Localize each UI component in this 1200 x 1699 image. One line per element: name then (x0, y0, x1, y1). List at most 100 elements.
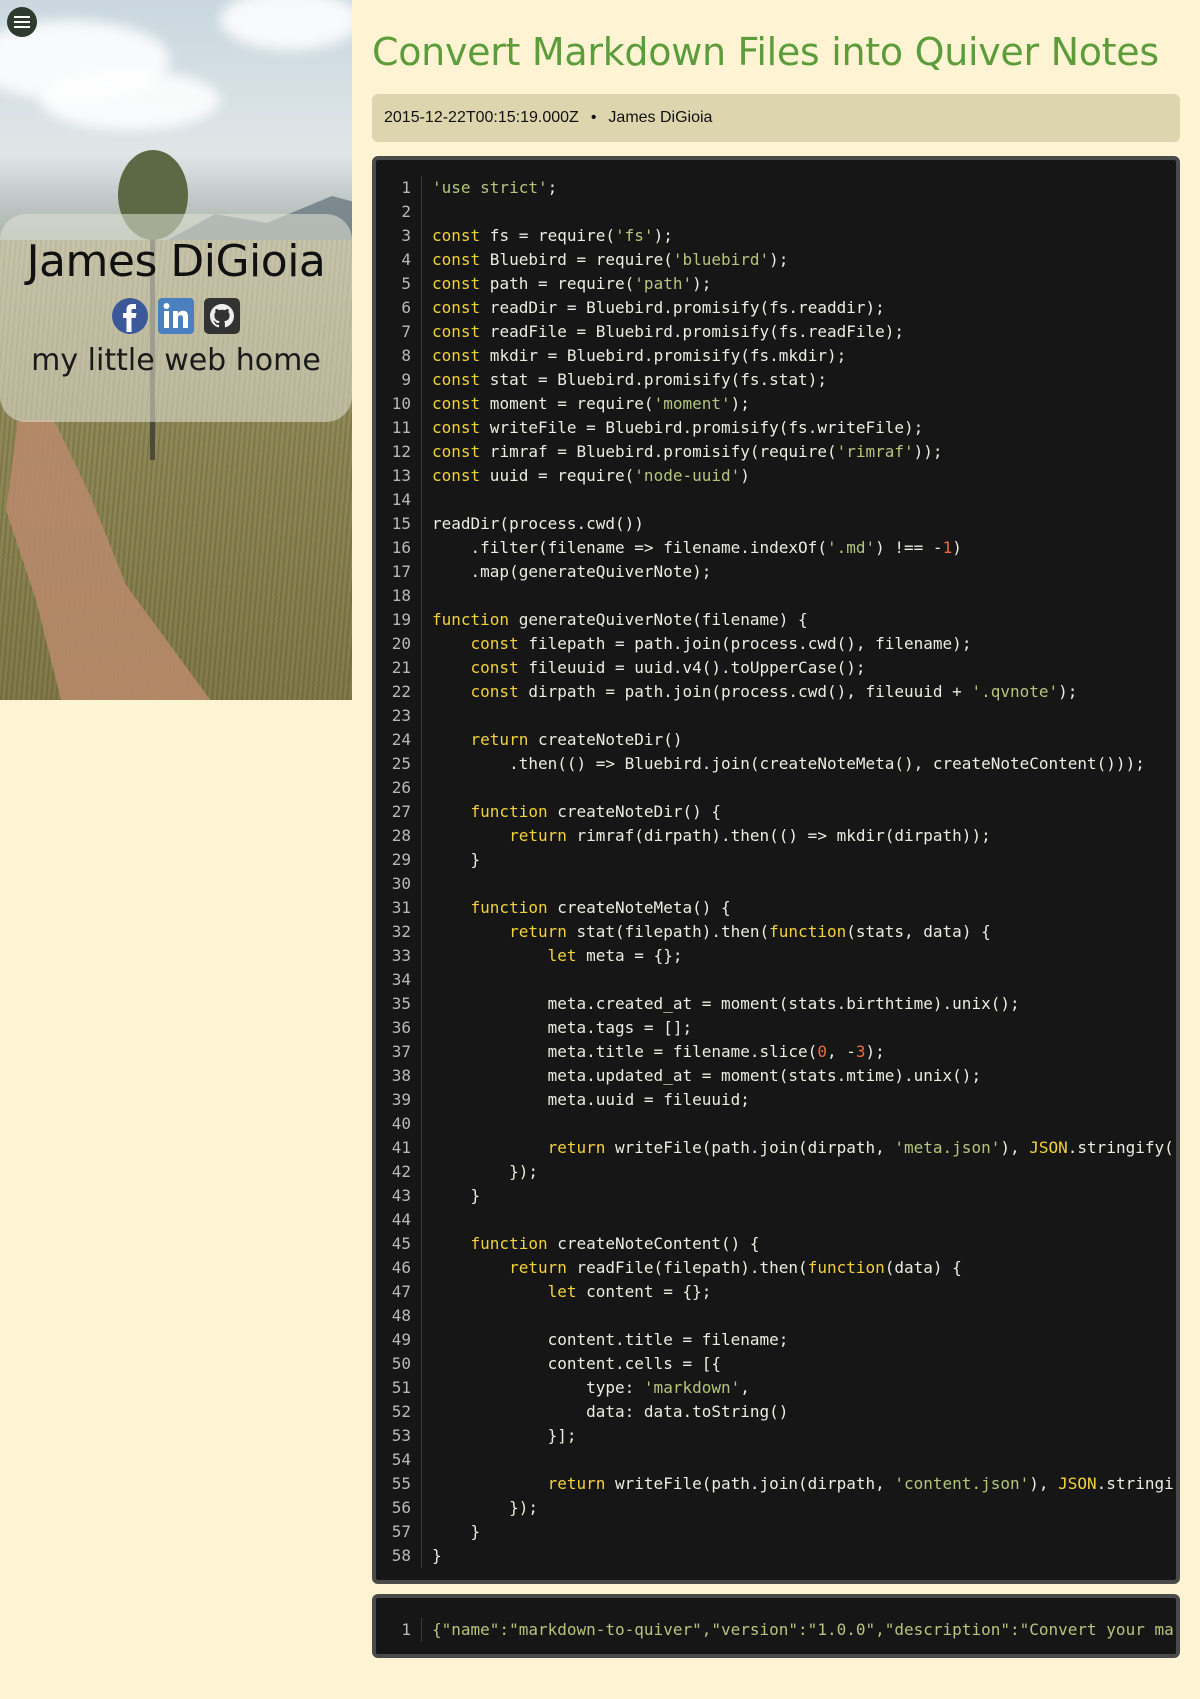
code-line: 24 return createNoteDir() (376, 728, 1176, 752)
code-line: 54 (376, 1448, 1176, 1472)
line-number: 28 (376, 824, 422, 848)
code-line: 42 }); (376, 1160, 1176, 1184)
line-number: 6 (376, 296, 422, 320)
code-line: 20 const filepath = path.join(process.cw… (376, 632, 1176, 656)
facebook-icon[interactable] (111, 297, 149, 335)
code-line: 13 const uuid = require('node-uuid') (376, 464, 1176, 488)
code-text: } (432, 1186, 481, 1205)
code-line: 53 }]; (376, 1424, 1176, 1448)
code-text: meta.tags = []; (432, 1018, 693, 1037)
code-line: 28 return rimraf(dirpath).then(() => mkd… (376, 824, 1176, 848)
linkedin-icon[interactable] (157, 297, 195, 335)
code-line: 39 meta.uuid = fileuuid; (376, 1088, 1176, 1112)
code-line: 47 let content = {}; (376, 1280, 1176, 1304)
line-number: 8 (376, 344, 422, 368)
code-text: const filepath = path.join(process.cwd()… (470, 634, 972, 653)
line-number: 46 (376, 1256, 422, 1280)
code-line: 27 function createNoteDir() { (376, 800, 1176, 824)
code-line: 4 const Bluebird = require('bluebird'); (376, 248, 1176, 272)
code-text: }); (432, 1498, 538, 1517)
code-text: const uuid = require('node-uuid') (432, 466, 750, 485)
line-number: 22 (376, 680, 422, 704)
github-icon[interactable] (203, 297, 241, 335)
code-text: const mkdir = Bluebird.promisify(fs.mkdi… (432, 346, 847, 365)
social-links (0, 297, 352, 335)
sidebar: James DiGioia my little web home (0, 0, 352, 700)
profile-card: James DiGioia my little web home (0, 214, 352, 422)
code-text: return writeFile(path.join(dirpath, 'con… (547, 1474, 1174, 1493)
code-text: readDir(process.cwd()) (432, 514, 644, 533)
line-number: 41 (376, 1136, 422, 1160)
line-number: 18 (376, 584, 422, 608)
line-number: 14 (376, 488, 422, 512)
code-text: content.title = filename; (432, 1330, 789, 1349)
code-text: return readFile(filepath).then(function(… (509, 1258, 962, 1277)
code-line: 5 const path = require('path'); (376, 272, 1176, 296)
line-number: 17 (376, 560, 422, 584)
code-lines: 1 'use strict'; 2 3 const fs = require('fs')… (376, 160, 1176, 1580)
code-text: let content = {}; (547, 1282, 712, 1301)
code-line: 11 const writeFile = Bluebird.promisify(f… (376, 416, 1176, 440)
line-number: 37 (376, 1040, 422, 1064)
line-number: 52 (376, 1400, 422, 1424)
code-line: 40 (376, 1112, 1176, 1136)
line-number: 33 (376, 944, 422, 968)
code-line: 35 meta.created_at = moment(stats.birtht… (376, 992, 1176, 1016)
code-text: } (432, 1546, 442, 1565)
code-text: } (432, 1522, 481, 1541)
line-number: 27 (376, 800, 422, 824)
line-number: 54 (376, 1448, 422, 1472)
code-line: 26 (376, 776, 1176, 800)
code-line: 46 return readFile(filepath).then(functi… (376, 1256, 1176, 1280)
code-line: 56 }); (376, 1496, 1176, 1520)
code-line: 3 const fs = require('fs'); (376, 224, 1176, 248)
code-text: meta.uuid = fileuuid; (432, 1090, 750, 1109)
main-content: Convert Markdown Files into Quiver Notes… (372, 0, 1180, 1658)
line-number: 35 (376, 992, 422, 1016)
line-number: 51 (376, 1376, 422, 1400)
line-number: 25 (376, 752, 422, 776)
code-line: 10 const moment = require('moment'); (376, 392, 1176, 416)
code-line: 43 } (376, 1184, 1176, 1208)
code-line: 7 const readFile = Bluebird.promisify(fs.… (376, 320, 1176, 344)
code-text: .filter(filename => filename.indexOf('.m… (432, 538, 962, 557)
line-number: 44 (376, 1208, 422, 1232)
code-line: 2 (376, 200, 1176, 224)
line-number: 31 (376, 896, 422, 920)
code-line: 36 meta.tags = []; (376, 1016, 1176, 1040)
code-text: return writeFile(path.join(dirpath, 'met… (547, 1138, 1174, 1157)
code-text: } (432, 850, 481, 869)
code-line: 9 const stat = Bluebird.promisify(fs.stat… (376, 368, 1176, 392)
line-number: 56 (376, 1496, 422, 1520)
code-line: 52 data: data.toString() (376, 1400, 1176, 1424)
cloud (220, 0, 352, 50)
code-block-package-json: 1 {"name":"markdown-to-quiver","version"… (372, 1594, 1180, 1658)
line-number: 10 (376, 392, 422, 416)
code-line: 32 return stat(filepath).then(function(s… (376, 920, 1176, 944)
code-line: 1 {"name":"markdown-to-quiver","version"… (376, 1618, 1176, 1642)
line-number: 29 (376, 848, 422, 872)
code-text: }); (432, 1162, 538, 1181)
code-text: meta.created_at = moment(stats.birthtime… (432, 994, 1020, 1013)
line-number: 7 (376, 320, 422, 344)
line-number: 58 (376, 1544, 422, 1568)
code-text: const fs = require('fs'); (432, 226, 673, 245)
code-line: 57 } (376, 1520, 1176, 1544)
line-number: 57 (376, 1520, 422, 1544)
line-number: 40 (376, 1112, 422, 1136)
line-number: 13 (376, 464, 422, 488)
menu-button[interactable] (7, 7, 37, 37)
code-line: 29 } (376, 848, 1176, 872)
code-line: 38 meta.updated_at = moment(stats.mtime)… (376, 1064, 1176, 1088)
line-number: 24 (376, 728, 422, 752)
code-text: content.cells = [{ (432, 1354, 721, 1373)
code-line: 21 const fileuuid = uuid.v4().toUpperCas… (376, 656, 1176, 680)
line-number: 53 (376, 1424, 422, 1448)
code-text: const readFile = Bluebird.promisify(fs.r… (432, 322, 905, 341)
line-number: 23 (376, 704, 422, 728)
